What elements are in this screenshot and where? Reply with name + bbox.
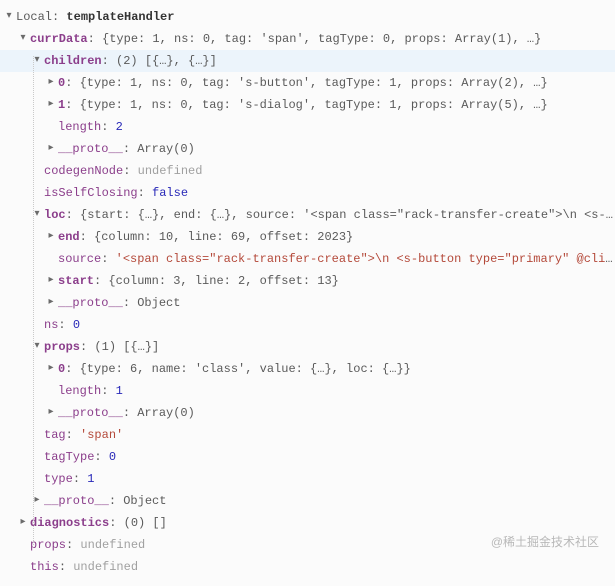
chevron-down-icon[interactable]: ▾	[4, 6, 14, 28]
tree-row-props-0[interactable]: ▸ 0: {type: 6, name: 'class', value: {…}…	[0, 358, 615, 380]
prop-value: {type: 1, ns: 0, tag: 'span', tagType: 0…	[102, 32, 541, 46]
prop-value: 1	[87, 472, 94, 486]
tree-row-diagnostics[interactable]: ▸ diagnostics: (0) []	[0, 512, 615, 534]
prop-value: {type: 6, name: 'class', value: {…}, loc…	[80, 362, 411, 376]
prop-key: children	[44, 54, 102, 68]
tree-row-children[interactable]: ▾ children: (2) [{…}, {…}]	[0, 50, 615, 72]
tree-row-children-proto[interactable]: ▸ __proto__: Array(0)	[0, 138, 615, 160]
prop-value: 'span'	[80, 428, 123, 442]
tree-row-child-1[interactable]: ▸ 1: {type: 1, ns: 0, tag: 's-dialog', t…	[0, 94, 615, 116]
prop-value: 0	[109, 450, 116, 464]
prop-key: __proto__	[44, 494, 109, 508]
prop-value: {type: 1, ns: 0, tag: 's-button', tagTyp…	[80, 76, 548, 90]
prop-key: source	[58, 252, 101, 266]
chevron-right-icon[interactable]: ▸	[46, 358, 56, 380]
prop-key: length	[58, 120, 101, 134]
prop-key: tagType	[44, 450, 94, 464]
prop-key: tag	[44, 428, 66, 442]
prop-value: false	[152, 186, 188, 200]
scope-label: Local:	[16, 10, 66, 24]
tree-row-currdata[interactable]: ▾ currData: {type: 1, ns: 0, tag: 'span'…	[0, 28, 615, 50]
prop-key: isSelfClosing	[44, 186, 138, 200]
tree-row-isselfclosing[interactable]: ▸ isSelfClosing: false	[0, 182, 615, 204]
tree-row-ns[interactable]: ▸ ns: 0	[0, 314, 615, 336]
tree-row-child-0[interactable]: ▸ 0: {type: 1, ns: 0, tag: 's-button', t…	[0, 72, 615, 94]
prop-value: 0	[73, 318, 80, 332]
prop-key: props	[30, 538, 66, 552]
prop-value: (1) [{…}]	[94, 340, 159, 354]
prop-value: {column: 10, line: 69, offset: 2023}	[94, 230, 353, 244]
prop-value: undefined	[138, 164, 203, 178]
tree-row-loc[interactable]: ▾ loc: {start: {…}, end: {…}, source: '<…	[0, 204, 615, 226]
chevron-right-icon[interactable]: ▸	[46, 270, 56, 292]
tree-row-tag[interactable]: ▸ tag: 'span'	[0, 424, 615, 446]
tree-row-tagtype[interactable]: ▸ tagType: 0	[0, 446, 615, 468]
prop-value: {start: {…}, end: {…}, source: '<span cl…	[80, 208, 615, 222]
tree-row-codegen[interactable]: ▸ codegenNode: undefined	[0, 160, 615, 182]
prop-value: 2	[116, 120, 123, 134]
prop-value: (2) [{…}, {…}]	[116, 54, 217, 68]
prop-key: start	[58, 274, 94, 288]
prop-key: end	[58, 230, 80, 244]
prop-key: props	[44, 340, 80, 354]
tree-guide-line	[33, 56, 34, 545]
prop-key: currData	[30, 32, 88, 46]
prop-value: Array(0)	[137, 406, 195, 420]
chevron-right-icon[interactable]: ▸	[46, 138, 56, 160]
tree-row-loc-start[interactable]: ▸ start: {column: 3, line: 2, offset: 13…	[0, 270, 615, 292]
prop-value: 1	[116, 384, 123, 398]
prop-key: __proto__	[58, 406, 123, 420]
prop-key: diagnostics	[30, 516, 109, 530]
tree-row-loc-source[interactable]: ▸ source: '<span class="rack-transfer-cr…	[0, 248, 615, 270]
tree-row-props-proto[interactable]: ▸ __proto__: Array(0)	[0, 402, 615, 424]
chevron-down-icon[interactable]: ▾	[18, 28, 28, 50]
tree-row-props-length[interactable]: ▸ length: 1	[0, 380, 615, 402]
prop-value: {column: 3, line: 2, offset: 13}	[108, 274, 338, 288]
prop-value: {type: 1, ns: 0, tag: 's-dialog', tagTyp…	[80, 98, 548, 112]
scope-name: templateHandler	[66, 10, 174, 24]
tree-row-loc-proto[interactable]: ▸ __proto__: Object	[0, 292, 615, 314]
chevron-right-icon[interactable]: ▸	[18, 512, 28, 534]
prop-value: Object	[123, 494, 166, 508]
tree-row-type[interactable]: ▸ type: 1	[0, 468, 615, 490]
prop-value: '<span class="rack-transfer-create">\n <…	[116, 252, 615, 266]
chevron-right-icon[interactable]: ▸	[46, 226, 56, 248]
tree-row-outer-props[interactable]: ▸ props: undefined	[0, 534, 615, 556]
prop-key: __proto__	[58, 142, 123, 156]
tree-row-proto[interactable]: ▸ __proto__: Object	[0, 490, 615, 512]
prop-key: length	[58, 384, 101, 398]
prop-value: (0) []	[124, 516, 167, 530]
chevron-right-icon[interactable]: ▸	[46, 94, 56, 116]
tree-row-props[interactable]: ▾ props: (1) [{…}]	[0, 336, 615, 358]
prop-key: codegenNode	[44, 164, 123, 178]
prop-key: this	[30, 560, 59, 574]
prop-key: __proto__	[58, 296, 123, 310]
chevron-right-icon[interactable]: ▸	[46, 292, 56, 314]
object-inspector: ▾ Local: templateHandler ▾ currData: {ty…	[0, 0, 615, 586]
prop-value: undefined	[80, 538, 145, 552]
chevron-right-icon[interactable]: ▸	[46, 402, 56, 424]
tree-row-loc-end[interactable]: ▸ end: {column: 10, line: 69, offset: 20…	[0, 226, 615, 248]
prop-value: Array(0)	[137, 142, 195, 156]
tree-row-this[interactable]: ▸ this: undefined	[0, 556, 615, 578]
prop-value: undefined	[73, 560, 138, 574]
tree-row-children-length[interactable]: ▸ length: 2	[0, 116, 615, 138]
prop-key: ns	[44, 318, 58, 332]
prop-key: type	[44, 472, 73, 486]
prop-key: loc	[44, 208, 66, 222]
chevron-right-icon[interactable]: ▸	[46, 72, 56, 94]
prop-value: Object	[137, 296, 180, 310]
